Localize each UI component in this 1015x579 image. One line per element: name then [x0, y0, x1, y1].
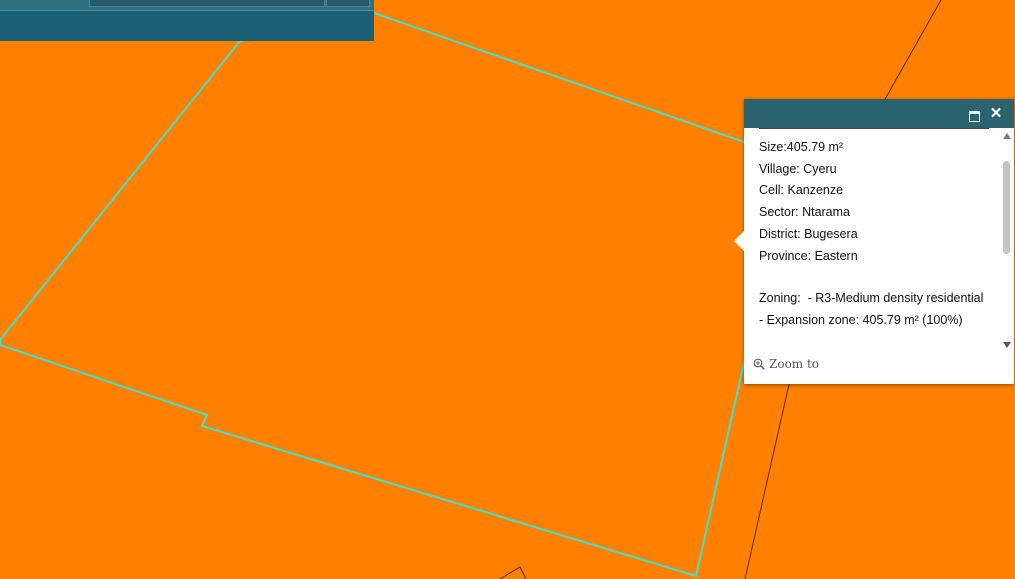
scroll-up-icon[interactable]: [1003, 133, 1011, 139]
search-input[interactable]: [89, 0, 325, 7]
popup-header: ✕: [744, 99, 1014, 128]
cell-line: Cell: Kanzenze: [759, 183, 844, 198]
zoom-to-link[interactable]: Zoom to: [753, 357, 819, 371]
size-line: Size:405.79 m²: [759, 140, 844, 154]
zoom-in-icon: [753, 358, 765, 370]
province-line: Province: Eastern: [759, 248, 858, 263]
popup-content: Size:405.79 m² Village: Cyeru Cell: Kanz…: [759, 128, 989, 349]
popup-pointer: [734, 231, 744, 251]
sector-line: Sector: Ntarama: [759, 205, 851, 220]
scroll-down-icon[interactable]: [1003, 342, 1011, 348]
toolbar-panel: [0, 0, 374, 41]
zoom-to-label: Zoom to: [769, 357, 820, 371]
district-line: District: Bugesera: [759, 226, 858, 241]
zoning-line: Zoning: - R3-Medium density residential …: [759, 288, 989, 331]
scroll-thumb[interactable]: [1003, 161, 1010, 254]
content-divider: [759, 128, 989, 129]
village-line: Village: Cyeru: [759, 161, 837, 176]
popup-scrollbar[interactable]: [1000, 128, 1014, 349]
search-button[interactable]: [326, 0, 370, 7]
close-icon[interactable]: ✕: [988, 105, 1004, 123]
zoning-label: Zoning:: [759, 291, 801, 306]
parcel-info-popup: ✕ Size:405.79 m² Village: Cyeru Cell: Ka…: [734, 99, 1014, 384]
maximize-icon[interactable]: [969, 111, 980, 122]
